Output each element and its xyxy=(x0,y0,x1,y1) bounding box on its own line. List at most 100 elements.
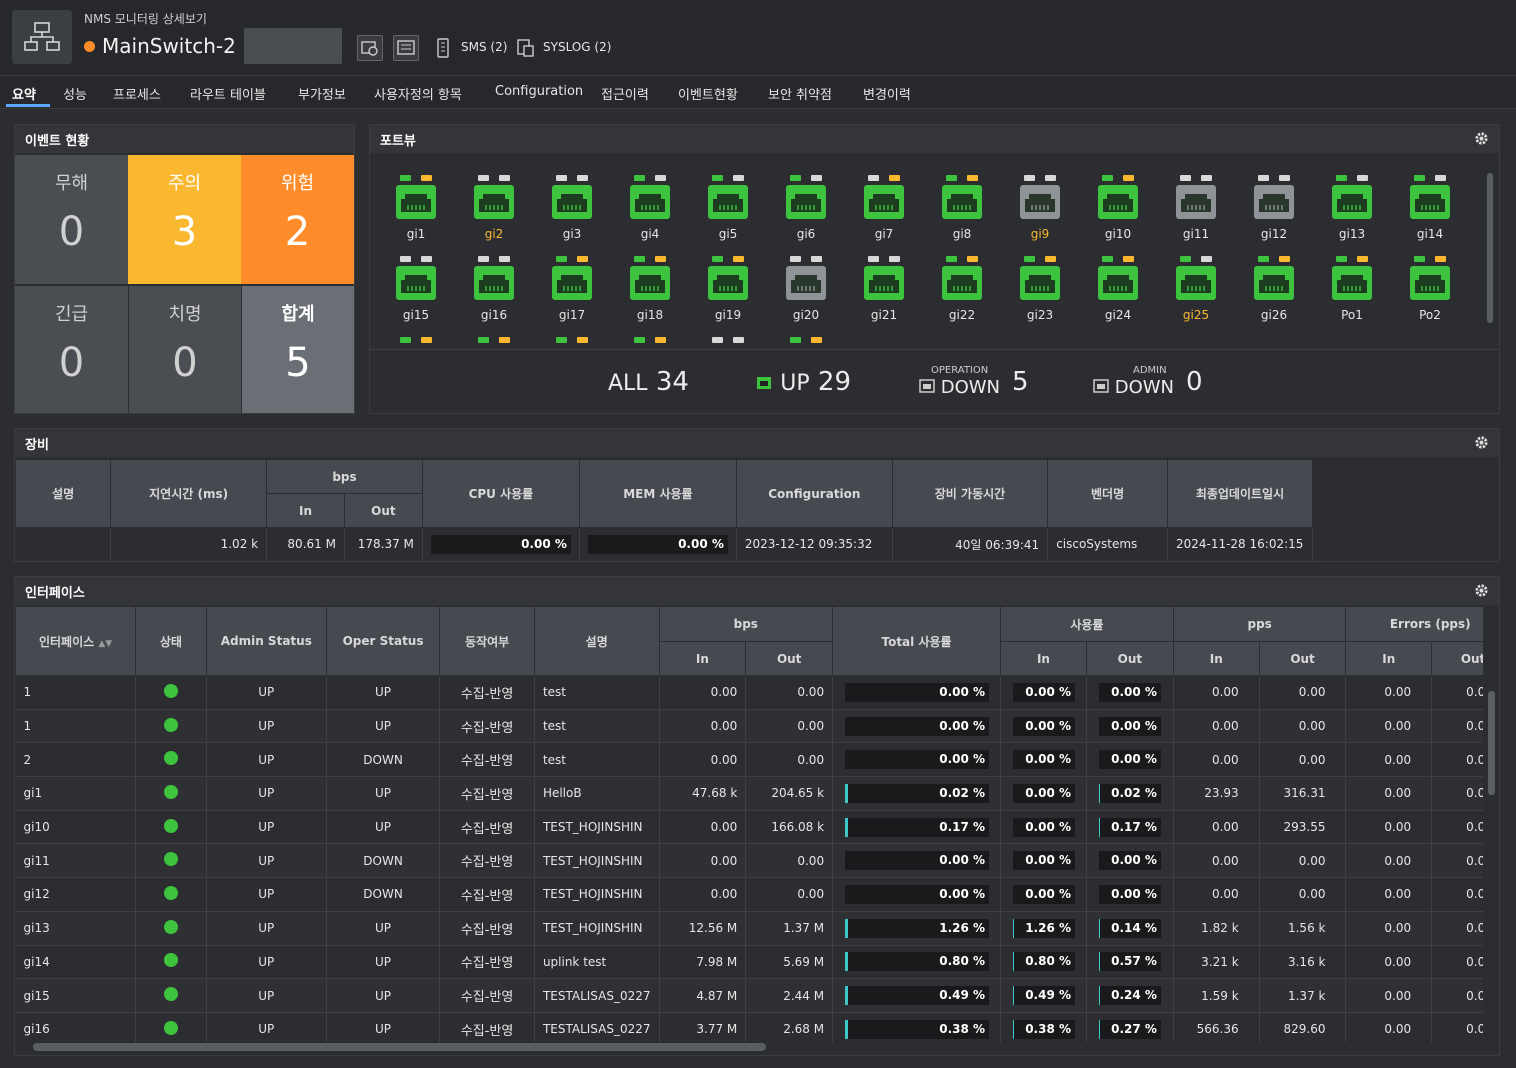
table-row[interactable]: gi11 UP DOWN 수집-반영 TEST_HOJINSHIN 0.00 0.00 0.0… xyxy=(15,843,1483,879)
equipment-row: 1.02 k 80.61 M 178.37 M 0.00 % 0.00 % 20… xyxy=(15,527,1314,562)
iface-name[interactable]: gi13 xyxy=(15,911,137,946)
tab-access-history[interactable]: 접근이력 xyxy=(601,84,649,103)
syslog-link[interactable]: SYSLOG (2) xyxy=(543,40,611,54)
tab-change-history[interactable]: 변경이력 xyxy=(863,84,911,103)
iface-name[interactable]: gi11 xyxy=(15,843,137,879)
edit-device-button[interactable] xyxy=(357,35,383,61)
port-gi25[interactable]: gi25 xyxy=(1164,256,1228,330)
interface-vscroll-thumb[interactable] xyxy=(1488,691,1495,795)
port-gi14[interactable]: gi14 xyxy=(1398,175,1462,249)
tab-custom-items[interactable]: 사용자정의 항목 xyxy=(374,84,462,103)
col-iface[interactable]: 인터페이스 ▲▼ xyxy=(15,606,137,676)
port-po2[interactable]: Po2 xyxy=(1398,256,1462,330)
port-gi18[interactable]: gi18 xyxy=(618,256,682,330)
iface-name[interactable]: 1 xyxy=(15,675,137,710)
port-gi15[interactable]: gi15 xyxy=(384,256,448,330)
tab-process[interactable]: 프로세스 xyxy=(113,84,161,103)
activity-led xyxy=(421,175,432,181)
table-row[interactable]: gi10 UP UP 수집-반영 TEST_HOJINSHIN 0.00 166.08 k0… xyxy=(15,810,1483,845)
tab-security-vuln[interactable]: 보안 취약점 xyxy=(768,84,832,103)
port-scrollbar[interactable] xyxy=(1485,157,1495,347)
port-gi23[interactable]: gi23 xyxy=(1008,256,1072,330)
sort-icon[interactable]: ▲▼ xyxy=(98,639,112,649)
port-gi17[interactable]: gi17 xyxy=(540,256,604,330)
table-row[interactable]: gi16 UP UP 수집-반영 TESTALISAS_0227 3.77 M 2.68 M… xyxy=(15,1012,1483,1042)
port-scroll-thumb[interactable] xyxy=(1487,173,1493,323)
usage-bar: 0.00 % xyxy=(845,716,990,736)
col-if-desc: 설명 xyxy=(533,606,660,676)
port-gi20[interactable]: gi20 xyxy=(774,256,838,330)
port-label: gi2 xyxy=(484,227,504,241)
port-gi2[interactable]: gi2 xyxy=(462,175,526,249)
iface-desc: uplink test xyxy=(534,945,660,980)
table-row[interactable]: 1 UP UP 수집-반영 test 0.00 0.00 0.00 % 0.00 % 0.00 %… xyxy=(15,675,1483,710)
table-row[interactable]: gi13 UP UP 수집-반영 TEST_HOJINSHIN 12.56 M 1.37 M… xyxy=(15,911,1483,946)
port-gi5[interactable]: gi5 xyxy=(696,175,760,249)
total-usage: 0.00 % xyxy=(832,675,1001,710)
event-total[interactable]: 합계 5 xyxy=(241,285,354,413)
port-gi16[interactable]: gi16 xyxy=(462,256,526,330)
port-gi11[interactable]: gi11 xyxy=(1164,175,1228,249)
tab-summary[interactable]: 요약 xyxy=(12,84,36,103)
pps-in: 3.21 k xyxy=(1173,945,1260,980)
event-caution[interactable]: 주의 3 xyxy=(128,155,241,284)
link-led xyxy=(400,175,411,181)
iface-name[interactable]: gi10 xyxy=(15,810,137,845)
status-cell xyxy=(135,978,207,1013)
tab-configuration[interactable]: Configuration xyxy=(495,84,583,99)
fullscreen-button[interactable] xyxy=(393,35,419,61)
port-gi22[interactable]: gi22 xyxy=(930,256,994,330)
bps-in: 0.00 xyxy=(659,675,747,710)
network-device-icon xyxy=(12,10,72,64)
port-gi3[interactable]: gi3 xyxy=(540,175,604,249)
port-gi8[interactable]: gi8 xyxy=(930,175,994,249)
port-gi21[interactable]: gi21 xyxy=(852,256,916,330)
iface-name[interactable]: 1 xyxy=(15,709,137,744)
iface-name[interactable]: gi16 xyxy=(15,1012,137,1042)
event-critical[interactable]: 치명 0 xyxy=(128,285,241,413)
err-out: 0.0 xyxy=(1431,978,1483,1013)
interface-hscroll-thumb[interactable] xyxy=(33,1043,766,1051)
table-row[interactable]: gi1 UP UP 수집-반영 HelloB 47.68 k 204.65 k 0.02 % 0… xyxy=(15,776,1483,811)
port-gi6[interactable]: gi6 xyxy=(774,175,838,249)
table-row[interactable]: gi15 UP UP 수집-반영 TESTALISAS_0227 4.87 M 2.44 M… xyxy=(15,978,1483,1013)
sms-link[interactable]: SMS (2) xyxy=(461,40,507,54)
port-gi19[interactable]: gi19 xyxy=(696,256,760,330)
interface-vscrollbar[interactable] xyxy=(1485,677,1497,1027)
port-gi9[interactable]: gi9 xyxy=(1008,175,1072,249)
iface-name[interactable]: 2 xyxy=(15,742,137,778)
event-urgent[interactable]: 긴급 0 xyxy=(15,285,128,413)
usage-bar: 0.00 % xyxy=(1098,851,1161,871)
port-gi7[interactable]: gi7 xyxy=(852,175,916,249)
port-gi13[interactable]: gi13 xyxy=(1320,175,1384,249)
err-out: 0.0 xyxy=(1431,911,1483,946)
port-gi4[interactable]: gi4 xyxy=(618,175,682,249)
port-gi10[interactable]: gi10 xyxy=(1086,175,1150,249)
gear-icon[interactable] xyxy=(1474,131,1489,146)
port-gi1[interactable]: gi1 xyxy=(384,175,448,249)
table-row[interactable]: 1 UP UP 수집-반영 test 0.00 0.00 0.00 % 0.00 % 0.00 %… xyxy=(15,709,1483,744)
iface-name[interactable]: gi1 xyxy=(15,776,137,811)
oper-status: DOWN xyxy=(326,877,441,912)
gear-icon[interactable] xyxy=(1474,583,1489,598)
usage-bar: 0.00 % xyxy=(1013,817,1075,837)
port-po1[interactable]: Po1 xyxy=(1320,256,1384,330)
port-gi12[interactable]: gi12 xyxy=(1242,175,1306,249)
table-row[interactable]: gi14 UP UP 수집-반영 uplink test 7.98 M 5.69 M 0.80… xyxy=(15,945,1483,980)
iface-name[interactable]: gi12 xyxy=(15,877,137,912)
iface-name[interactable]: gi14 xyxy=(15,945,137,980)
table-row[interactable]: 2 UP DOWN 수집-반영 test 0.00 0.00 0.00 % 0.00 % 0.00… xyxy=(15,742,1483,778)
port-gi26[interactable]: gi26 xyxy=(1242,256,1306,330)
tab-performance[interactable]: 성능 xyxy=(63,84,87,103)
table-row[interactable]: gi12 UP DOWN 수집-반영 TEST_HOJINSHIN 0.00 0.00 0.0… xyxy=(15,877,1483,912)
tab-event-status[interactable]: 이벤트현황 xyxy=(678,84,738,103)
tab-route-table[interactable]: 라우트 테이블 xyxy=(190,84,266,103)
ethernet-port-icon xyxy=(1098,266,1138,300)
event-harmless[interactable]: 무해 0 xyxy=(15,155,128,284)
interface-hscrollbar[interactable] xyxy=(15,1040,1483,1053)
gear-icon[interactable] xyxy=(1474,435,1489,450)
iface-name[interactable]: gi15 xyxy=(15,978,137,1013)
event-danger[interactable]: 위험 2 xyxy=(241,155,354,284)
tab-extra-info[interactable]: 부가정보 xyxy=(298,84,346,103)
port-gi24[interactable]: gi24 xyxy=(1086,256,1150,330)
